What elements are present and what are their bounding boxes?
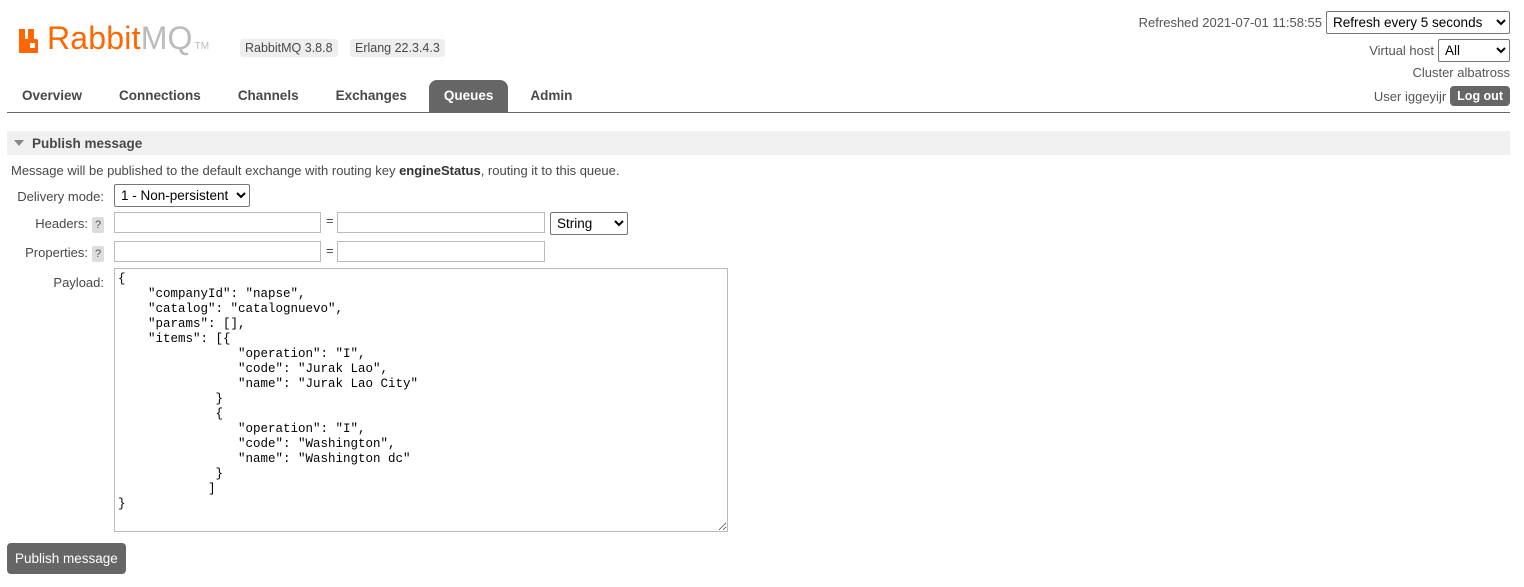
cluster-name: Cluster albatross <box>1412 65 1510 80</box>
tab-overview[interactable]: Overview <box>7 80 97 112</box>
tab-divider <box>7 112 1510 113</box>
header-type-select[interactable]: String <box>550 212 628 235</box>
collapse-triangle-icon <box>14 140 24 146</box>
payload-textarea[interactable] <box>114 268 728 532</box>
publish-message-section-toggle[interactable]: Publish message <box>7 131 1510 155</box>
properties-label: Properties:? <box>25 245 104 262</box>
rabbitmq-logo[interactable]: RabbitMQ TM <box>18 22 209 54</box>
publish-message-button[interactable]: Publish message <box>7 543 126 574</box>
property-key-input[interactable] <box>114 241 321 262</box>
logout-button[interactable]: Log out <box>1450 86 1510 106</box>
delivery-mode-label: Delivery mode: <box>17 189 104 204</box>
refreshed-timestamp: Refreshed 2021-07-01 11:58:55 <box>1138 14 1322 30</box>
header-key-input[interactable] <box>114 212 321 233</box>
headers-help-icon[interactable]: ? <box>92 216 104 233</box>
erlang-version-badge: Erlang 22.3.4.3 <box>350 39 445 57</box>
tab-connections[interactable]: Connections <box>104 80 216 112</box>
routing-key: engineStatus <box>399 163 481 178</box>
refresh-interval-select[interactable]: Refresh every 5 seconds <box>1326 10 1510 34</box>
main-nav-tabs: Overview Connections Channels Exchanges … <box>7 80 594 112</box>
property-value-input[interactable] <box>337 241 545 262</box>
tab-admin[interactable]: Admin <box>515 80 587 112</box>
headers-equals-sign: = <box>326 213 334 228</box>
payload-label: Payload: <box>53 275 104 290</box>
delivery-mode-select[interactable]: 1 - Non-persistent <box>114 184 250 207</box>
headers-label: Headers:? <box>35 216 104 233</box>
publish-intro-text: Message will be published to the default… <box>11 163 620 178</box>
virtual-host-select[interactable]: All <box>1438 38 1510 62</box>
tab-channels[interactable]: Channels <box>223 80 314 112</box>
rabbitmq-logo-icon <box>18 28 44 54</box>
properties-equals-sign: = <box>326 243 334 258</box>
header-value-input[interactable] <box>337 212 545 233</box>
logo-wordmark: RabbitMQ <box>47 20 193 56</box>
section-title: Publish message <box>32 135 143 151</box>
tab-queues[interactable]: Queues <box>428 80 509 112</box>
tab-exchanges[interactable]: Exchanges <box>321 80 422 112</box>
properties-help-icon[interactable]: ? <box>92 245 104 262</box>
current-user: User iggeyijr <box>1373 88 1447 104</box>
logo-trademark: TM <box>194 41 210 52</box>
header-status-panel: Refreshed 2021-07-01 11:58:55 Refresh ev… <box>1139 10 1510 106</box>
virtual-host-label: Virtual host <box>1369 42 1434 58</box>
rabbitmq-version-badge: RabbitMQ 3.8.8 <box>240 39 338 57</box>
